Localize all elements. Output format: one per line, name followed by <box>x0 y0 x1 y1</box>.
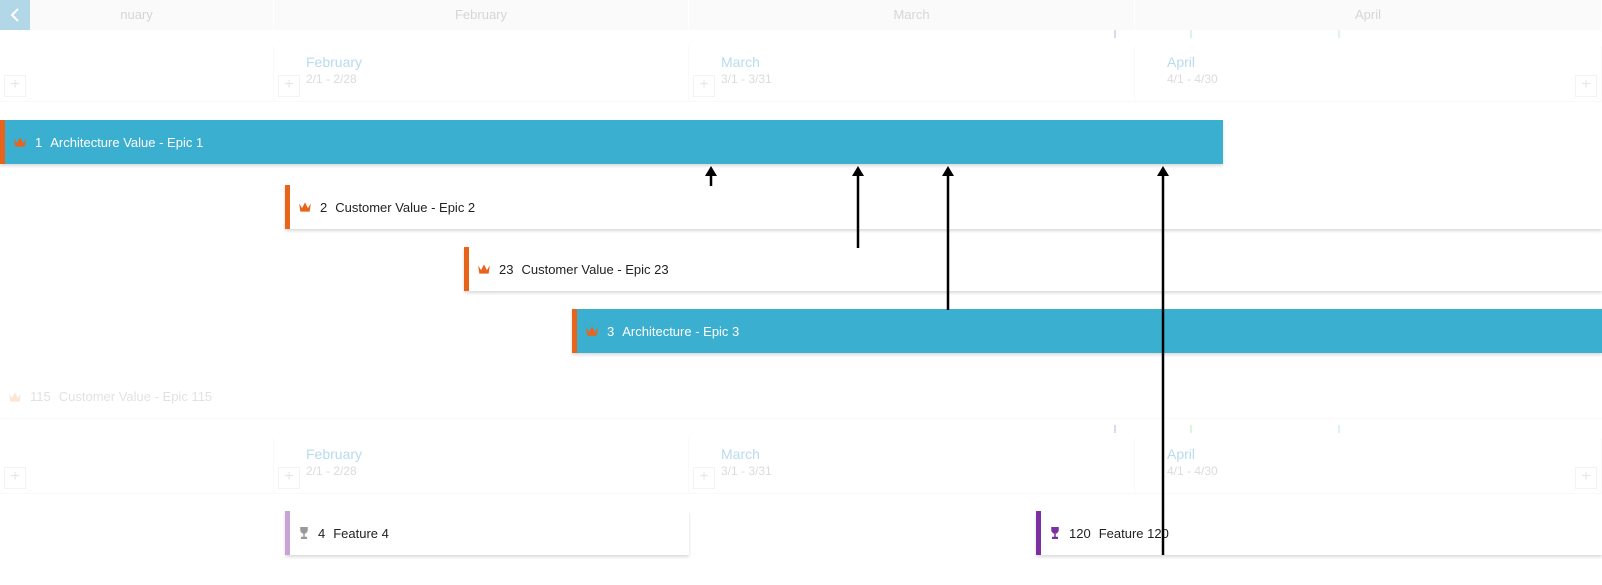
sprint-cell[interactable]: + <box>0 438 274 494</box>
epic-bar[interactable]: 2 Customer Value - Epic 2 <box>285 185 1602 229</box>
epic-title: Architecture Value - Epic 1 <box>50 135 203 150</box>
feature-id: 120 <box>1069 526 1091 541</box>
sprint-range: 2/1 - 2/28 <box>306 72 688 86</box>
sprint-row-top: + February 2/1 - 2/28 + March 3/1 - 3/31… <box>0 46 1602 102</box>
month-header: nuary February March April <box>0 0 1602 30</box>
feature-bar[interactable]: 4 Feature 4 <box>285 511 689 555</box>
epic-title: Architecture - Epic 3 <box>622 324 739 339</box>
epic-id: 115 <box>30 389 51 404</box>
sprint-cell-feb[interactable]: February 2/1 - 2/28 + <box>274 46 689 102</box>
trophy-icon <box>1049 526 1061 540</box>
epic-title: Customer Value - Epic 23 <box>521 262 668 277</box>
tick <box>1190 425 1192 433</box>
add-button[interactable]: + <box>4 75 26 97</box>
add-button[interactable]: + <box>4 467 26 489</box>
feature-bar[interactable]: 120 Feature 120 <box>1036 511 1602 555</box>
sprint-cell-mar[interactable]: March 3/1 - 3/31 + <box>689 438 1135 494</box>
month-cell-mar[interactable]: March <box>689 0 1135 30</box>
epic-id: 3 <box>607 324 614 339</box>
add-button[interactable]: + <box>1575 75 1597 97</box>
sprint-range: 4/1 - 4/30 <box>1167 72 1601 86</box>
tick <box>1338 30 1340 38</box>
sprint-range: 2/1 - 2/28 <box>306 464 688 478</box>
add-button[interactable]: + <box>693 467 715 489</box>
sprint-name: February <box>306 446 688 462</box>
feature-id: 4 <box>318 526 325 541</box>
tick <box>1114 30 1116 38</box>
sprint-cell[interactable]: + <box>0 46 274 102</box>
epic-bar[interactable]: 23 Customer Value - Epic 23 <box>464 247 1602 291</box>
month-cell-jan[interactable]: nuary <box>0 0 274 30</box>
sprint-cell-apr[interactable]: April 4/1 - 4/30 + <box>1135 438 1602 494</box>
trophy-icon <box>298 526 310 540</box>
feature-title: Feature 120 <box>1099 526 1169 541</box>
add-button[interactable]: + <box>278 75 300 97</box>
chevron-left-icon <box>10 8 20 22</box>
epic-title: Customer Value - Epic 2 <box>335 200 475 215</box>
crown-icon <box>8 391 22 403</box>
sprint-range: 3/1 - 3/31 <box>721 72 1134 86</box>
crown-icon <box>298 201 312 213</box>
epic-bar[interactable]: 3 Architecture - Epic 3 <box>572 309 1602 353</box>
milestone-ticks-mid <box>0 425 1602 433</box>
month-cell-apr[interactable]: April <box>1135 0 1602 30</box>
crown-icon <box>477 263 491 275</box>
arrow <box>705 166 717 186</box>
add-button[interactable]: + <box>278 467 300 489</box>
feature-title: Feature 4 <box>333 526 389 541</box>
sprint-name: April <box>1167 446 1601 462</box>
month-cell-feb[interactable]: February <box>274 0 689 30</box>
epic-bar[interactable]: 115 Customer Value - Epic 115 <box>0 375 1602 419</box>
crown-icon <box>13 136 27 148</box>
sprint-cell-apr[interactable]: April 4/1 - 4/30 + <box>1135 46 1602 102</box>
sprint-name: February <box>306 54 688 70</box>
sprint-cell-feb[interactable]: February 2/1 - 2/28 + <box>274 438 689 494</box>
back-button[interactable] <box>0 0 30 30</box>
tick <box>1114 425 1116 433</box>
sprint-range: 4/1 - 4/30 <box>1167 464 1601 478</box>
tick <box>1338 425 1340 433</box>
milestone-ticks-top <box>0 30 1602 38</box>
epic-id: 1 <box>35 135 42 150</box>
epic-id: 23 <box>499 262 513 277</box>
sprint-cell-mar[interactable]: March 3/1 - 3/31 + <box>689 46 1135 102</box>
epic-id: 2 <box>320 200 327 215</box>
add-button[interactable]: + <box>693 75 715 97</box>
add-button[interactable]: + <box>1575 467 1597 489</box>
sprint-range: 3/1 - 3/31 <box>721 464 1134 478</box>
sprint-name: April <box>1167 54 1601 70</box>
sprint-name: March <box>721 446 1134 462</box>
epic-bar[interactable]: 1 Architecture Value - Epic 1 <box>0 120 1223 164</box>
sprint-row-bottom: + February 2/1 - 2/28 + March 3/1 - 3/31… <box>0 438 1602 494</box>
tick <box>1190 30 1192 38</box>
epic-title: Customer Value - Epic 115 <box>59 389 212 404</box>
crown-icon <box>585 325 599 337</box>
sprint-name: March <box>721 54 1134 70</box>
